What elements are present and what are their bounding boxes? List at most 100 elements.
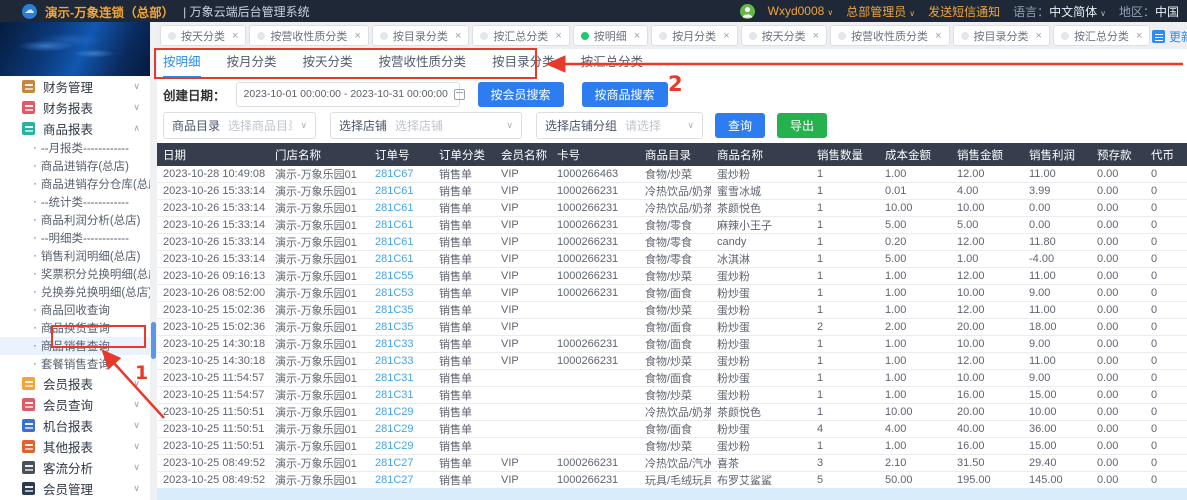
sidebar-item---明细类------------[interactable]: · --明细类------------ (0, 229, 150, 247)
order-link[interactable]: 281C55 (369, 267, 433, 285)
catalog-select[interactable]: 商品目录 选择商品目录 ∨ (163, 111, 316, 139)
bullet-icon: · (33, 304, 37, 316)
open-tabs: 按天分类 × 按营收性质分类 × 按目录分类 × 按汇总分类 × 按明细 × 按月分类 × 按天分类 × 按… (160, 25, 1151, 46)
date-range-input[interactable]: 2023-10-01 00:00:00 - 2023-10-31 00:00:0… (235, 81, 465, 107)
table-cell: VIP (495, 233, 551, 251)
table-cell: 0 (1145, 352, 1187, 370)
sidebar-item-商品回收查询[interactable]: · 商品回收查询 (0, 301, 150, 319)
query-button[interactable]: 查询 (715, 112, 766, 138)
sidebar-item-商品销售查询[interactable]: · 商品销售查询 (0, 337, 150, 355)
order-link[interactable]: 281C61 (369, 250, 433, 268)
order-link[interactable]: 281C27 (369, 454, 433, 472)
sidebar-group-其他报表[interactable]: 其他报表 ∨ (0, 436, 150, 457)
order-link[interactable]: 281C61 (369, 199, 433, 217)
order-link[interactable]: 281C31 (369, 386, 433, 404)
table-cell: 销售单 (433, 301, 495, 319)
order-link[interactable]: 281C35 (369, 301, 433, 319)
close-icon[interactable]: × (232, 30, 238, 42)
subtab-按月分类[interactable]: 按月分类 (227, 49, 277, 78)
close-icon[interactable]: × (634, 30, 640, 42)
close-icon[interactable]: × (723, 30, 729, 42)
sidebar-item-套餐销售查询[interactable]: · 套餐销售查询 (0, 355, 150, 373)
order-link[interactable]: 281C33 (369, 352, 433, 370)
role-menu[interactable]: 总部管理员 ∨ (846, 3, 915, 20)
export-button[interactable]: 导出 (777, 112, 828, 138)
sidebar-item-商品进销存分仓库(总店)[interactable]: ·商品进销存分仓库(总店) (0, 175, 150, 193)
order-link[interactable]: 281C53 (369, 284, 433, 302)
close-icon[interactable]: × (935, 30, 941, 42)
tab-按目录分类[interactable]: 按目录分类 × (371, 25, 470, 46)
sidebar-group-会员管理[interactable]: 会员管理 ∨ (0, 478, 150, 499)
order-link[interactable]: 281C29 (369, 403, 433, 421)
close-icon[interactable]: × (354, 30, 360, 42)
sidebar-group-商品报表[interactable]: 商品报表 ∧ (0, 118, 150, 139)
sidebar-scrollbar[interactable] (150, 22, 157, 500)
subtab-按汇总分类[interactable]: 按汇总分类 (581, 49, 644, 78)
order-link[interactable]: 281C29 (369, 437, 433, 455)
tab-按营收性质分类[interactable]: 按营收性质分类 × (830, 25, 950, 46)
language-value: 中文简体 (1049, 4, 1098, 19)
order-link[interactable]: 281C67 (369, 166, 433, 183)
changelog-link[interactable]: 更新日志 (1152, 28, 1187, 45)
close-icon[interactable]: × (555, 30, 561, 42)
sidebar-item-奖票积分兑换明细(总店)[interactable]: ·奖票积分兑换明细(总店) (0, 265, 150, 283)
order-link[interactable]: 281C61 (369, 233, 433, 251)
table-cell: 1 (811, 199, 879, 217)
close-icon[interactable]: × (455, 30, 461, 42)
store-group-select[interactable]: 选择店铺分组 请选择 ∨ (536, 111, 703, 139)
subtab-按明细[interactable]: 按明细 (163, 49, 201, 78)
tab-按天分类[interactable]: 按天分类 × (160, 25, 247, 46)
language-menu[interactable]: 语言：中文简体 ∨ (1013, 3, 1106, 20)
tab-label: 按汇总分类 (1073, 30, 1129, 43)
tab-按汇总分类[interactable]: 按汇总分类 × (472, 25, 570, 46)
tab-按目录分类[interactable]: 按目录分类 × (952, 25, 1050, 46)
user-avatar[interactable] (739, 3, 755, 19)
order-link[interactable]: 281C27 (369, 471, 433, 489)
sidebar-group-财务报表[interactable]: 财务报表 ∨ (0, 97, 150, 118)
tab-按汇总分类[interactable]: 按汇总分类 × (1052, 25, 1151, 46)
sidebar-item---月报类------------[interactable]: · --月报类------------ (0, 139, 150, 157)
table-cell: 1000266231 (551, 352, 639, 370)
send-sms-link[interactable]: 发送短信通知 (928, 3, 1000, 20)
table-row: 2023-10-26 15:33:14 演示-万象乐园01 281C61 销售单 VIP… (157, 216, 1187, 234)
order-link[interactable]: 281C29 (369, 420, 433, 438)
scrollbar-thumb[interactable] (151, 322, 156, 359)
table-cell: 29.40 (1023, 454, 1091, 472)
tab-按明细[interactable]: 按明细 × (572, 25, 649, 46)
chevron-down-icon: ∨ (133, 441, 140, 451)
order-link[interactable]: 281C61 (369, 182, 433, 200)
order-link[interactable]: 281C31 (369, 369, 433, 387)
sidebar-item-销售利润明细(总店)[interactable]: · 销售利润明细(总店) (0, 247, 150, 265)
table-row: 2023-10-25 08:49:52 演示-万象乐园01 281C27 销售单 VIP… (157, 454, 1187, 472)
order-link[interactable]: 281C33 (369, 335, 433, 353)
sidebar-group-财务管理[interactable]: 财务管理 ∨ (0, 76, 150, 97)
sidebar-item-兑换券兑换明细(总店)[interactable]: · 兑换券兑换明细(总店) (0, 283, 150, 301)
sidebar-group-会员报表[interactable]: 会员报表 ∨ (0, 373, 150, 394)
close-icon[interactable]: × (1136, 30, 1142, 42)
sidebar-group-会员查询[interactable]: 会员查询 ∨ (0, 394, 150, 415)
order-link[interactable]: 281C35 (369, 318, 433, 336)
sidebar-item-商品进销存(总店)[interactable]: · 商品进销存(总店) (0, 157, 150, 175)
subtab-按天分类[interactable]: 按天分类 (303, 49, 353, 78)
tab-按营收性质分类[interactable]: 按营收性质分类 × (249, 25, 369, 46)
region-menu[interactable]: 地区：中国 (1119, 3, 1179, 20)
member-search-button[interactable]: 按会员搜索 (477, 81, 564, 107)
store-select[interactable]: 选择店铺 选择店铺 ∨ (330, 111, 522, 139)
subtab-按目录分类[interactable]: 按目录分类 (492, 49, 555, 78)
tab-按月分类[interactable]: 按月分类 × (651, 25, 738, 46)
sidebar-item---统计类------------[interactable]: · --统计类------------ (0, 193, 150, 211)
order-link[interactable]: 281C61 (369, 216, 433, 234)
close-icon[interactable]: × (813, 30, 819, 42)
sidebar-item-商品利润分析(总店)[interactable]: · 商品利润分析(总店) (0, 211, 150, 229)
language-label: 语言： (1013, 4, 1050, 19)
sidebar-group-客流分析[interactable]: 客流分析 ∨ (0, 457, 150, 478)
close-icon[interactable]: × (1036, 30, 1042, 42)
username-menu[interactable]: Wxyd0008 ∨ (768, 4, 834, 18)
horizontal-scrollbar[interactable] (157, 488, 1187, 500)
product-search-button[interactable]: 按商品搜索 (581, 81, 668, 107)
table-cell: 1.00 (879, 284, 951, 302)
sidebar-item-商品换货查询[interactable]: · 商品换货查询 (0, 319, 150, 337)
tab-按天分类[interactable]: 按天分类 × (740, 25, 828, 46)
subtab-按营收性质分类[interactable]: 按营收性质分类 (379, 49, 467, 78)
sidebar-group-机台报表[interactable]: 机台报表 ∨ (0, 415, 150, 436)
